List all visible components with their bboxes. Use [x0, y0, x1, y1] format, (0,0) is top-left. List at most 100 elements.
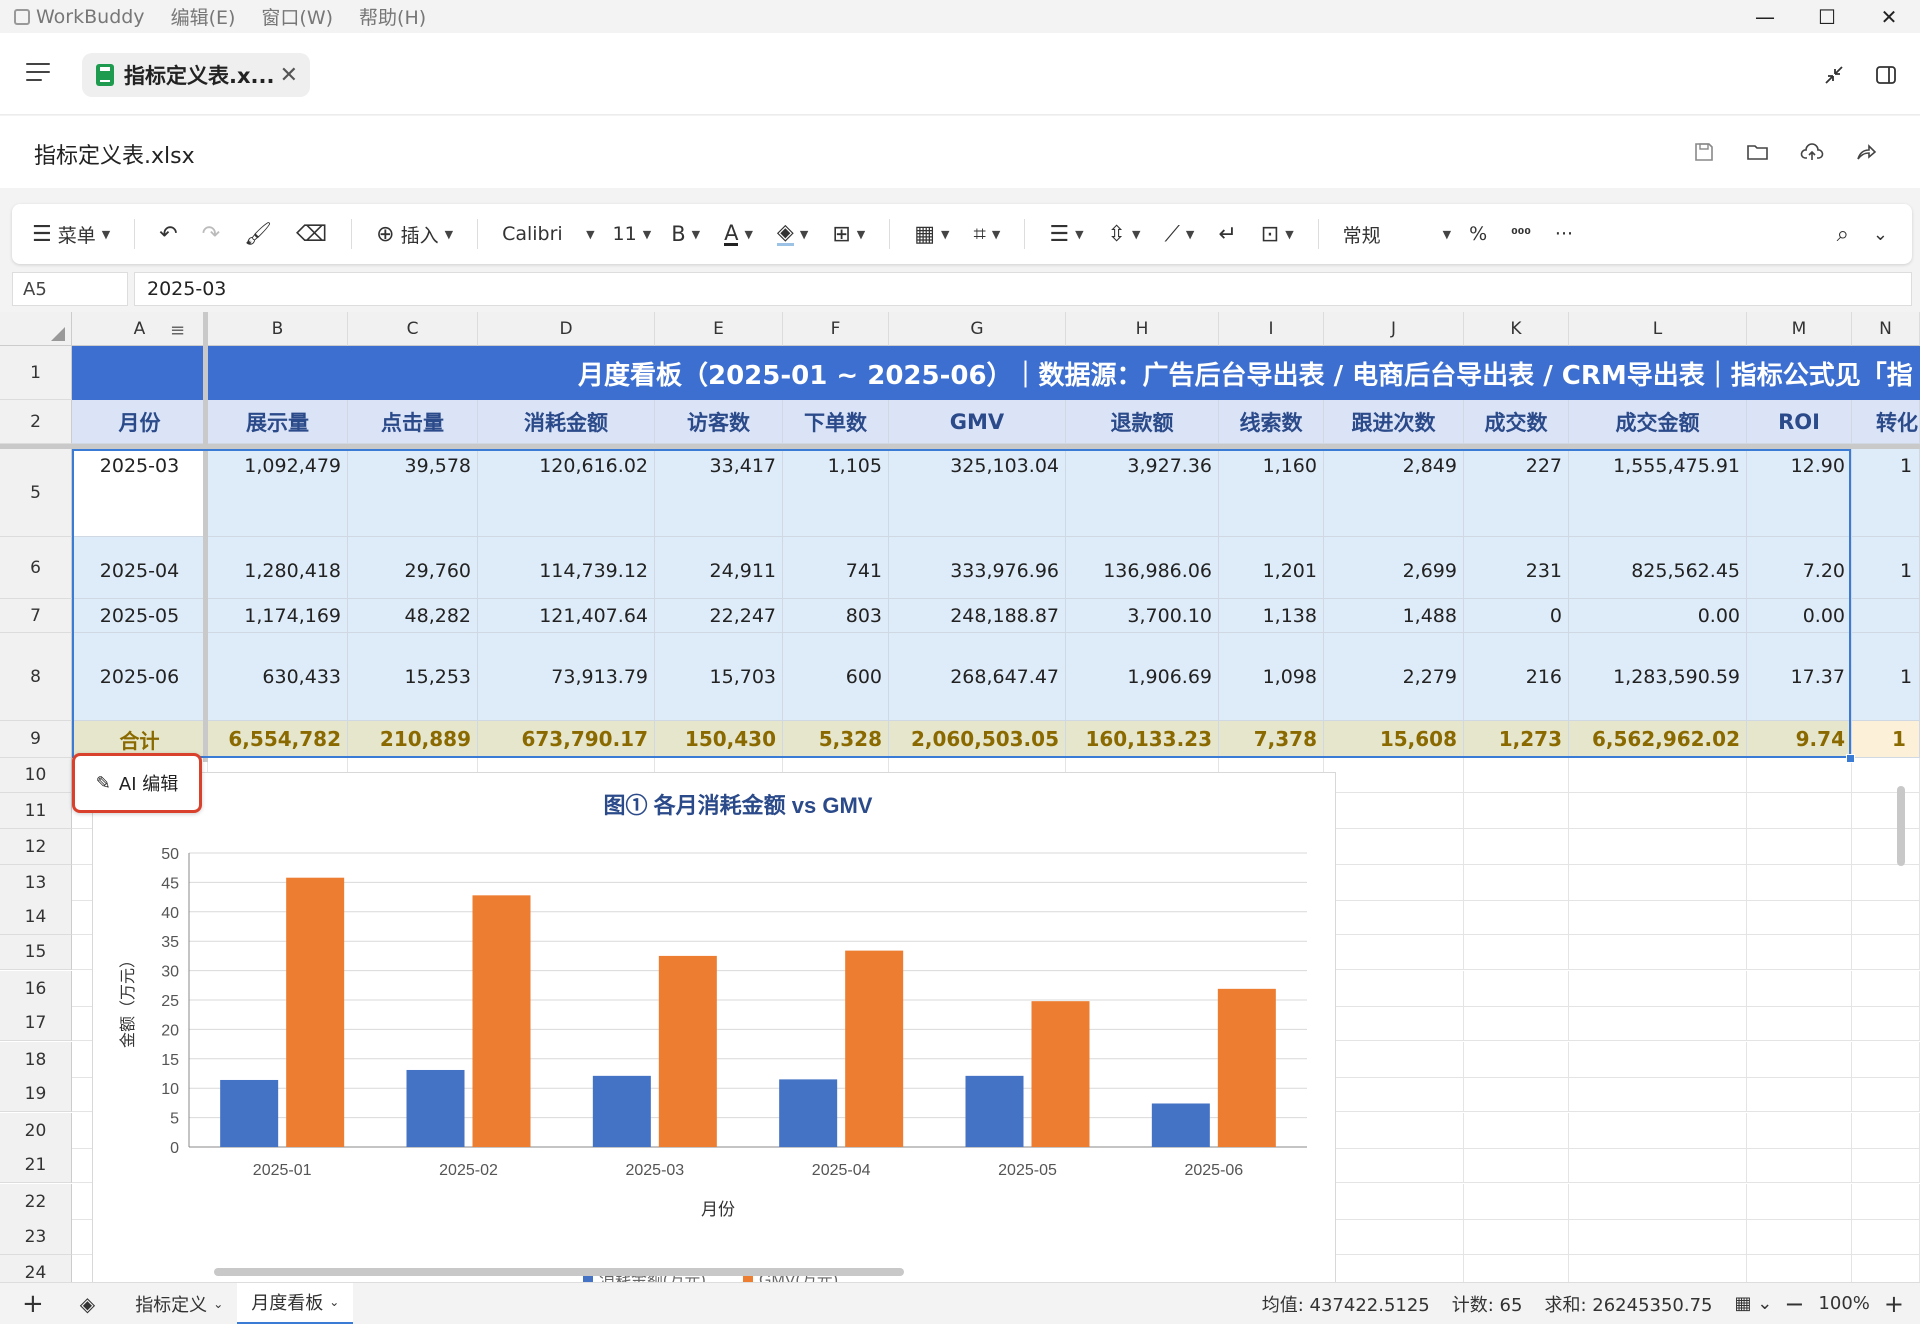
empty-cell[interactable] [1747, 971, 1852, 1007]
select-all-corner[interactable] [0, 312, 72, 346]
name-box[interactable]: A5 [12, 272, 128, 306]
data-cell[interactable]: 1 [1852, 449, 1920, 537]
font-family-select[interactable]: Calibri ▼ [502, 223, 594, 245]
total-cell[interactable]: 673,790.17 [478, 721, 655, 758]
data-cell[interactable]: 825,562.45 [1569, 537, 1747, 599]
data-cell[interactable]: 231 [1464, 537, 1569, 599]
empty-cell[interactable] [1464, 935, 1569, 970]
folder-icon[interactable] [1744, 138, 1772, 166]
empty-cell[interactable] [1324, 1042, 1464, 1078]
empty-cell[interactable] [1569, 1184, 1747, 1220]
empty-cell[interactable] [1747, 865, 1852, 901]
empty-cell[interactable] [1464, 829, 1569, 865]
merge-cells-button[interactable]: ⊡ ▼ [1261, 222, 1294, 247]
row-header-21[interactable]: 21 [0, 1148, 72, 1183]
total-cell[interactable]: 160,133.23 [1066, 721, 1219, 758]
header-cell-l[interactable]: 成交金额 [1569, 400, 1747, 444]
column-header-n[interactable]: N [1852, 312, 1920, 346]
empty-cell[interactable] [1324, 1113, 1464, 1149]
search-button[interactable]: ⌕ [1837, 222, 1849, 247]
total-cell[interactable]: 1 [1852, 721, 1920, 758]
view-mode-icon[interactable]: ▦ ⌄ [1735, 1293, 1773, 1314]
empty-cell[interactable] [1324, 935, 1464, 970]
row-header-23[interactable]: 23 [0, 1219, 72, 1255]
data-cell[interactable]: 1,555,475.91 [1569, 449, 1747, 537]
data-cell[interactable]: 2,849 [1324, 449, 1464, 537]
sheet-list-button[interactable]: ◈ [66, 1283, 109, 1324]
column-header-b[interactable]: B [208, 312, 348, 346]
sidebar-toggle-icon[interactable] [1872, 61, 1900, 89]
empty-cell[interactable] [1747, 1006, 1852, 1041]
data-cell[interactable]: 0.00 [1569, 599, 1747, 633]
empty-cell[interactable] [1852, 758, 1920, 793]
data-cell[interactable]: 15,253 [348, 633, 478, 721]
empty-cell[interactable] [1852, 793, 1920, 829]
add-sheet-button[interactable]: + [0, 1283, 66, 1324]
total-cell[interactable]: 6,554,782 [208, 721, 348, 758]
data-cell[interactable]: 1,092,479 [208, 449, 348, 537]
row-header-1[interactable]: 1 [0, 346, 72, 400]
zoom-level[interactable]: 100% [1818, 1293, 1869, 1314]
empty-cell[interactable] [1324, 1077, 1464, 1112]
header-cell-g[interactable]: GMV [889, 400, 1066, 444]
embedded-bar-chart[interactable]: 图① 各月消耗金额 vs GMV 0 5 10 15 20 25 30 35 40 45 50 2025… [92, 772, 1336, 1282]
toolbar-collapse-button[interactable]: ⌄ [1873, 224, 1888, 245]
data-cell[interactable]: 803 [783, 599, 889, 633]
empty-cell[interactable] [1852, 1113, 1920, 1149]
column-header-a[interactable]: A [72, 312, 208, 346]
row-header-17[interactable]: 17 [0, 1006, 72, 1041]
data-cell[interactable]: 12.90 [1747, 449, 1852, 537]
header-cell-b[interactable]: 展示量 [208, 400, 348, 444]
empty-cell[interactable] [1747, 1077, 1852, 1112]
empty-cell[interactable] [1852, 865, 1920, 901]
row-header-6[interactable]: 6 [0, 537, 72, 599]
row-header-16[interactable]: 16 [0, 971, 72, 1007]
header-cell-d[interactable]: 消耗金额 [478, 400, 655, 444]
empty-cell[interactable] [1852, 1255, 1920, 1282]
zoom-out-button[interactable]: − [1784, 1290, 1804, 1318]
empty-cell[interactable] [1569, 1148, 1747, 1183]
data-cell[interactable]: 630,433 [208, 633, 348, 721]
menu-dropdown-button[interactable]: ☰ 菜单 ▼ [32, 221, 110, 248]
empty-cell[interactable] [1852, 1148, 1920, 1183]
data-cell[interactable]: 325,103.04 [889, 449, 1066, 537]
empty-cell[interactable] [1747, 758, 1852, 793]
empty-cell[interactable] [1464, 1148, 1569, 1183]
month-cell[interactable]: 2025-04 [72, 537, 208, 599]
more-options-button[interactable]: ··· [1555, 223, 1573, 245]
close-window-button[interactable]: ✕ [1858, 0, 1920, 33]
zoom-in-button[interactable]: + [1884, 1290, 1904, 1318]
data-cell[interactable]: 216 [1464, 633, 1569, 721]
data-cell[interactable]: 0.00 [1747, 599, 1852, 633]
sheet-tab-monthly-dashboard[interactable]: 月度看板 ⌄ [237, 1282, 354, 1324]
fill-color-button[interactable]: ◈ ▼ [776, 221, 808, 246]
column-header-f[interactable]: F [783, 312, 889, 346]
ai-edit-button[interactable]: ✎ AI 编辑 [72, 753, 202, 813]
empty-cell[interactable] [1464, 1042, 1569, 1078]
empty-cell[interactable] [1747, 1042, 1852, 1078]
wrap-text-button[interactable]: ↵ [1218, 222, 1236, 247]
data-cell[interactable]: 1,160 [1219, 449, 1324, 537]
empty-cell[interactable] [1747, 1148, 1852, 1183]
data-cell[interactable]: 600 [783, 633, 889, 721]
row-header-14[interactable]: 14 [0, 900, 72, 935]
total-cell[interactable]: 15,608 [1324, 721, 1464, 758]
empty-cell[interactable] [1747, 1255, 1852, 1282]
empty-cell[interactable] [1464, 758, 1569, 793]
empty-cell[interactable] [1747, 1184, 1852, 1220]
empty-cell[interactable] [1569, 935, 1747, 970]
empty-cell[interactable] [1324, 1184, 1464, 1220]
row-header-7[interactable]: 7 [0, 599, 72, 633]
column-header-i[interactable]: I [1219, 312, 1324, 346]
filter-icon[interactable]: ≡ [170, 320, 185, 341]
empty-cell[interactable] [1569, 1077, 1747, 1112]
empty-cell[interactable] [1852, 935, 1920, 970]
data-cell[interactable]: 3,927.36 [1066, 449, 1219, 537]
data-cell[interactable]: 1,138 [1219, 599, 1324, 633]
empty-cell[interactable] [1324, 971, 1464, 1007]
empty-cell[interactable] [1852, 1006, 1920, 1041]
empty-cell[interactable] [1569, 829, 1747, 865]
data-cell[interactable] [1852, 599, 1920, 633]
empty-cell[interactable] [1464, 1184, 1569, 1220]
share-icon[interactable] [1852, 138, 1880, 166]
